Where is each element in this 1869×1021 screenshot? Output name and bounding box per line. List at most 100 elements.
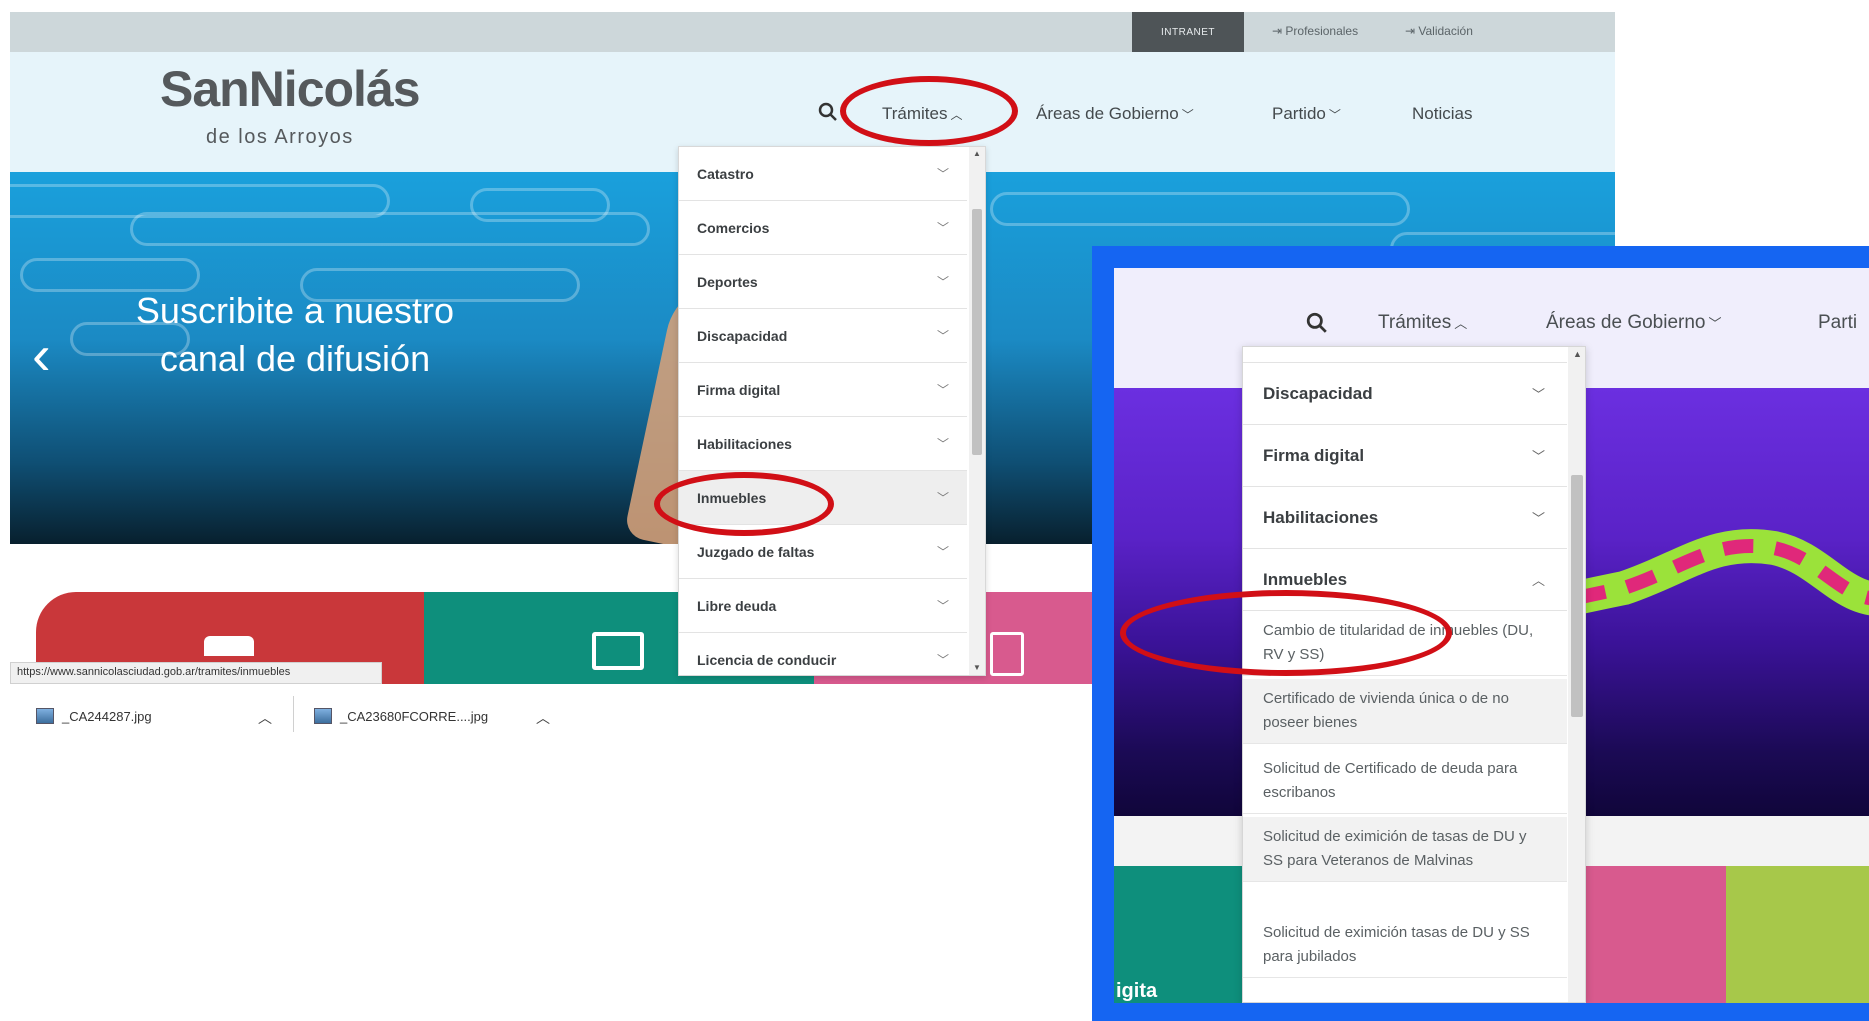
subitem-eximicion-jubilados[interactable]: Solicitud de eximición tasas de DU y SS …	[1243, 913, 1567, 978]
nav-areas-label: Áreas de Gobierno	[1546, 312, 1706, 333]
logo-title[interactable]: SanNicolás	[160, 60, 421, 118]
chevron-down-icon: ﹀	[936, 491, 949, 505]
hero-stripe	[470, 188, 610, 222]
subitem-label: Solicitud de eximición de tasas de DU y …	[1263, 828, 1527, 869]
subitem-label: Cambio de titularidad de inmuebles (DU, …	[1263, 622, 1534, 663]
chevron-down-icon: ﹀	[1531, 449, 1545, 464]
chevron-up-icon: ︿	[950, 108, 963, 122]
dropdown-item-label: Libre deuda	[697, 597, 777, 614]
dropdown-scrollbar[interactable]: ▲ ▼	[969, 147, 985, 675]
dropdown-item-label: Inmuebles	[697, 489, 767, 506]
profesionales-link[interactable]: ⇥ Profesionales	[1272, 24, 1358, 38]
chevron-up-icon: ︿	[1531, 573, 1545, 588]
subitem-cambio-de-titularidad[interactable]: Cambio de titularidad de inmuebles (DU, …	[1243, 611, 1567, 676]
monitor-icon	[592, 632, 644, 670]
chevron-down-icon: ﹀	[936, 599, 949, 613]
dropdown-item-catastro[interactable]: Catastro ﹀	[679, 147, 967, 201]
nav-areas-de-gobierno[interactable]: Áreas de Gobierno ﹀	[1036, 104, 1194, 124]
subitem-certificado-vivienda-unica[interactable]: Certificado de vivienda única o de no po…	[1243, 679, 1567, 744]
chevron-down-icon: ﹀	[936, 383, 949, 397]
top-utility-bar: INTRANET ⇥ Profesionales ⇥ Validación	[10, 12, 1615, 52]
chevron-up-icon[interactable]: ︿	[536, 708, 550, 728]
scroll-down-arrow-icon[interactable]: ▼	[973, 663, 981, 672]
hero-title-line2: canal de difusión	[159, 338, 431, 379]
browser-status-url: https://www.sannicolasciudad.gob.ar/tram…	[10, 662, 382, 684]
image-file-icon	[36, 708, 54, 724]
divider	[293, 696, 294, 732]
hero-stripe	[990, 192, 1410, 226]
scroll-up-arrow-icon[interactable]: ▲	[1573, 349, 1582, 359]
dropdown-item-label: Licencia de conducir	[697, 651, 837, 668]
subitem-label: Certificado de vivienda única o de no po…	[1263, 690, 1509, 731]
dropdown-item-label: Discapacidad	[697, 327, 788, 344]
chevron-down-icon: ﹀	[936, 275, 949, 289]
zoom-inset-panel: Trámites ︿ Áreas de Gobierno ﹀ Parti igita…	[1092, 246, 1869, 1021]
search-icon[interactable]	[818, 102, 838, 128]
search-icon[interactable]	[1306, 312, 1328, 339]
scroll-up-arrow-icon[interactable]: ▲	[973, 149, 981, 158]
document-icon	[990, 632, 1024, 676]
intranet-label: INTRANET	[1161, 26, 1215, 38]
nav-partido[interactable]: Partido ﹀	[1272, 104, 1341, 124]
chevron-down-icon: ﹀	[1181, 108, 1194, 122]
dropdown-item-deportes[interactable]	[1243, 347, 1567, 363]
dropdown-item-discapacidad[interactable]: Discapacidad ﹀	[1243, 363, 1567, 425]
dropdown-item-habilitaciones[interactable]: Habilitaciones ﹀	[1243, 487, 1567, 549]
intranet-button[interactable]: INTRANET	[1132, 12, 1244, 52]
dropdown-scrollbar[interactable]: ▲	[1568, 347, 1585, 1002]
subitem-certificado-de-deuda[interactable]: Solicitud de Certificado de deuda para e…	[1243, 749, 1567, 814]
dropdown-item-label: Discapacidad	[1263, 383, 1373, 403]
nav-partido-label: Parti	[1818, 312, 1858, 333]
nav-tramites[interactable]: Trámites ︿	[882, 104, 963, 124]
download-filename: _CA23680FCORRE....jpg	[340, 708, 489, 724]
dropdown-item-discapacidad[interactable]: Discapacidad ﹀	[679, 309, 967, 363]
tramites-dropdown: Catastro ﹀ Comercios ﹀ Deportes ﹀ Discapaci…	[678, 146, 986, 676]
download-item-2[interactable]: _CA23680FCORRE....jpg	[314, 708, 488, 724]
dropdown-item-inmuebles[interactable]: Inmuebles ︿	[1243, 549, 1567, 611]
dropdown-item-licencia-de-conducir[interactable]: Licencia de conducir ﹀	[679, 633, 967, 675]
dropdown-item-juzgado-de-faltas[interactable]: Juzgado de faltas ﹀	[679, 525, 967, 579]
dropdown-item-inmuebles[interactable]: Inmuebles ﹀	[679, 471, 967, 525]
nav-areas-label: Áreas de Gobierno	[1036, 104, 1179, 123]
nav-tramites[interactable]: Trámites ︿	[1378, 312, 1467, 334]
dropdown-item-label: Comercios	[697, 219, 770, 236]
dropdown-item-label: Habilitaciones	[1263, 507, 1379, 527]
chevron-up-icon: ︿	[1454, 316, 1468, 331]
dropdown-item-label: Deportes	[697, 273, 758, 290]
subitem-eximicion-veteranos[interactable]: Solicitud de eximición de tasas de DU y …	[1243, 817, 1567, 882]
profesionales-label: Profesionales	[1285, 24, 1359, 38]
chevron-down-icon: ﹀	[1531, 511, 1545, 526]
nav-noticias[interactable]: Noticias	[1412, 104, 1472, 124]
dropdown-item-deportes[interactable]: Deportes ﹀	[679, 255, 967, 309]
dropdown-item-habilitaciones[interactable]: Habilitaciones ﹀	[679, 417, 967, 471]
building-icon	[204, 636, 254, 656]
tile-label: igita	[1116, 980, 1158, 1002]
subitem-label: Solicitud de Certificado de deuda para e…	[1263, 760, 1518, 801]
dropdown-item-label: Firma digital	[697, 381, 781, 398]
dropdown-item-firma-digital[interactable]: Firma digital ﹀	[679, 363, 967, 417]
image-file-icon	[314, 708, 332, 724]
chevron-down-icon: ﹀	[1531, 387, 1545, 402]
chevron-down-icon: ﹀	[936, 329, 949, 343]
download-item-1[interactable]: _CA244287.jpg	[36, 708, 152, 724]
hero-stripe	[20, 258, 200, 292]
dropdown-item-libre-deuda[interactable]: Libre deuda ﹀	[679, 579, 967, 633]
tile-lime[interactable]	[1726, 866, 1869, 1003]
chevron-down-icon: ﹀	[936, 653, 949, 667]
subitem-label: Solicitud de eximición tasas de DU y SS …	[1263, 924, 1530, 965]
dropdown-item-firma-digital[interactable]: Firma digital ﹀	[1243, 425, 1567, 487]
chevron-down-icon: ﹀	[936, 545, 949, 559]
nav-areas-de-gobierno[interactable]: Áreas de Gobierno ﹀	[1546, 312, 1722, 334]
dropdown-item-label: Inmuebles	[1263, 569, 1348, 589]
scrollbar-thumb[interactable]	[972, 209, 982, 455]
chevron-left-icon[interactable]: ‹	[32, 322, 51, 387]
hero-title-line1: Suscribite a nuestro	[135, 290, 455, 331]
chevron-down-icon: ﹀	[936, 437, 949, 451]
dropdown-item-comercios[interactable]: Comercios ﹀	[679, 201, 967, 255]
tramites-dropdown-zoomed: Discapacidad ﹀ Firma digital ﹀ Habilitacio…	[1242, 346, 1586, 1003]
scrollbar-thumb[interactable]	[1571, 475, 1583, 717]
nav-partido[interactable]: Parti	[1818, 312, 1857, 334]
validacion-link[interactable]: ⇥ Validación	[1405, 24, 1473, 38]
chevron-up-icon[interactable]: ︿	[258, 708, 272, 728]
dropdown-item-label: Firma digital	[1263, 445, 1365, 465]
